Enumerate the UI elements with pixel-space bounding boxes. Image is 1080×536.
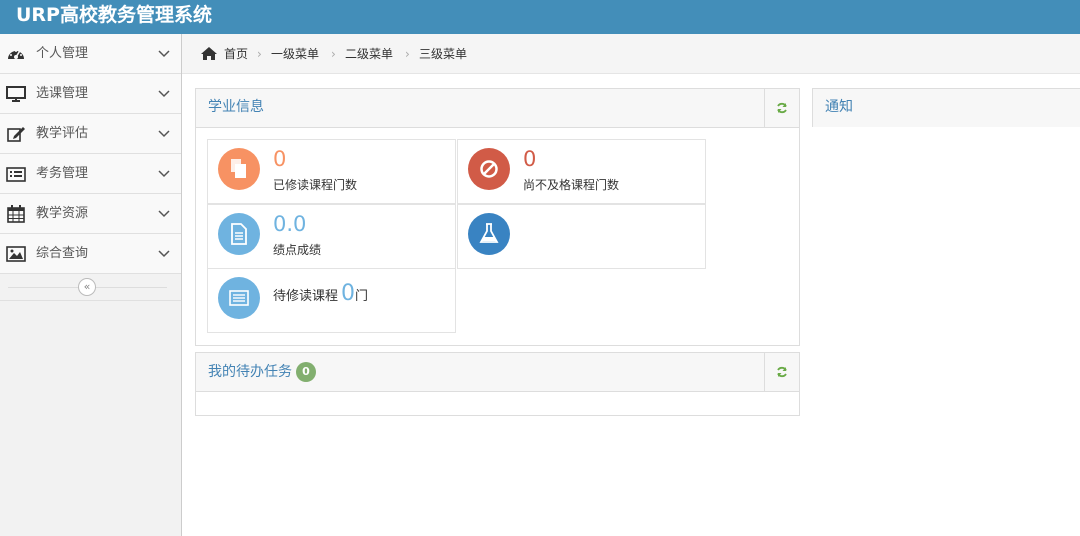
top-bar: URP高校教务管理系统: [0, 0, 1080, 34]
panel-header: 我的待办任务 0: [196, 353, 799, 392]
panel-header: 通知: [813, 89, 1080, 127]
pending-courses-card: 待修读课程 0门: [207, 268, 456, 333]
sidebar-item-course-selection[interactable]: 选课管理: [0, 74, 181, 114]
notice-panel: 通知: [812, 88, 1080, 127]
completed-courses-value: 0: [273, 147, 287, 171]
breadcrumb-level2[interactable]: 二级菜单: [345, 46, 393, 62]
list-alt-icon: [218, 277, 260, 319]
completed-courses-label: 已修读课程门数: [273, 178, 358, 192]
breadcrumb: 首页 › 一级菜单 › 二级菜单 › 三级菜单: [182, 34, 1080, 74]
completed-courses-card: 0 已修读课程门数: [207, 139, 456, 204]
breadcrumb-separator: ›: [257, 47, 262, 61]
sidebar-item-exam-management[interactable]: 考务管理: [0, 154, 181, 194]
dashboard-icon: [6, 45, 26, 63]
pending-courses-unit: 门: [355, 289, 369, 304]
refresh-icon: [777, 102, 787, 114]
panel-title: 学业信息: [208, 99, 264, 115]
sidebar-item-comprehensive-query[interactable]: 综合查询: [0, 234, 181, 274]
sidebar-item-label: 教学评估: [36, 126, 89, 141]
flask-icon: [468, 213, 510, 255]
chevron-down-icon: [158, 88, 170, 98]
pending-courses-value: 0: [341, 281, 356, 306]
panel-header: 学业信息: [196, 89, 799, 128]
calendar-icon: [6, 205, 26, 223]
sidebar-collapse-row: «: [0, 274, 181, 301]
edit-icon: [6, 125, 26, 143]
pending-courses-label: 待修读课程: [273, 289, 339, 304]
breadcrumb-home[interactable]: 首页: [224, 46, 248, 62]
copy-icon: [218, 148, 260, 190]
gpa-card: 0.0 绩点成绩: [207, 204, 456, 269]
sidebar-item-personal[interactable]: 个人管理: [0, 34, 181, 74]
notice-title: 通知: [825, 99, 853, 115]
refresh-button[interactable]: [764, 89, 799, 127]
pending-courses-line: 待修读课程 0门: [273, 281, 368, 310]
sidebar-item-teaching-evaluation[interactable]: 教学评估: [0, 114, 181, 154]
gpa-value: 0.0: [273, 212, 307, 236]
failed-courses-label: 尚不及格课程门数: [523, 178, 620, 192]
chevron-down-icon: [158, 208, 170, 218]
breadcrumb-separator: ›: [405, 47, 410, 61]
sidebar-item-label: 考务管理: [36, 166, 89, 181]
sidebar-item-teaching-resources[interactable]: 教学资源: [0, 194, 181, 234]
home-icon: [200, 46, 218, 61]
academic-info-panel: 学业信息 0 已修读课程门数 0 尚不及格课程门数 0.0 绩点成绩 待修读课程…: [195, 88, 800, 346]
list-icon: [6, 165, 26, 183]
todo-tasks-title: 我的待办任务: [208, 364, 292, 380]
ban-icon: [468, 148, 510, 190]
breadcrumb-level3: 三级菜单: [419, 47, 468, 61]
sidebar-collapse-button[interactable]: «: [78, 278, 96, 296]
gpa-label: 绩点成绩: [273, 243, 322, 257]
lab-card: [457, 204, 706, 269]
app-title: URP高校教务管理系统: [16, 4, 212, 26]
todo-count-badge: 0: [296, 362, 316, 382]
sidebar-item-label: 综合查询: [36, 246, 89, 261]
sidebar-item-label: 教学资源: [36, 206, 89, 221]
panel-title: 我的待办任务 0: [208, 362, 316, 382]
failed-courses-value: 0: [523, 147, 537, 171]
chevron-down-icon: [158, 168, 170, 178]
failed-courses-card: 0 尚不及格课程门数: [457, 139, 706, 204]
breadcrumb-separator: ›: [331, 47, 336, 61]
monitor-icon: [6, 85, 26, 103]
chevron-down-icon: [158, 248, 170, 258]
chevron-down-icon: [158, 128, 170, 138]
chevron-down-icon: [158, 48, 170, 58]
breadcrumb-level1[interactable]: 一级菜单: [271, 46, 319, 62]
double-chevron-left-icon: «: [83, 280, 91, 293]
picture-icon: [6, 245, 26, 263]
sidebar-item-label: 选课管理: [36, 86, 89, 101]
todo-tasks-panel: 我的待办任务 0: [195, 352, 800, 416]
sidebar: 个人管理 选课管理 教学评估 考务管理 教学资源 综合查询 «: [0, 34, 182, 536]
refresh-button[interactable]: [764, 353, 799, 391]
refresh-icon: [777, 366, 787, 378]
file-icon: [218, 213, 260, 255]
sidebar-item-label: 个人管理: [36, 46, 89, 61]
